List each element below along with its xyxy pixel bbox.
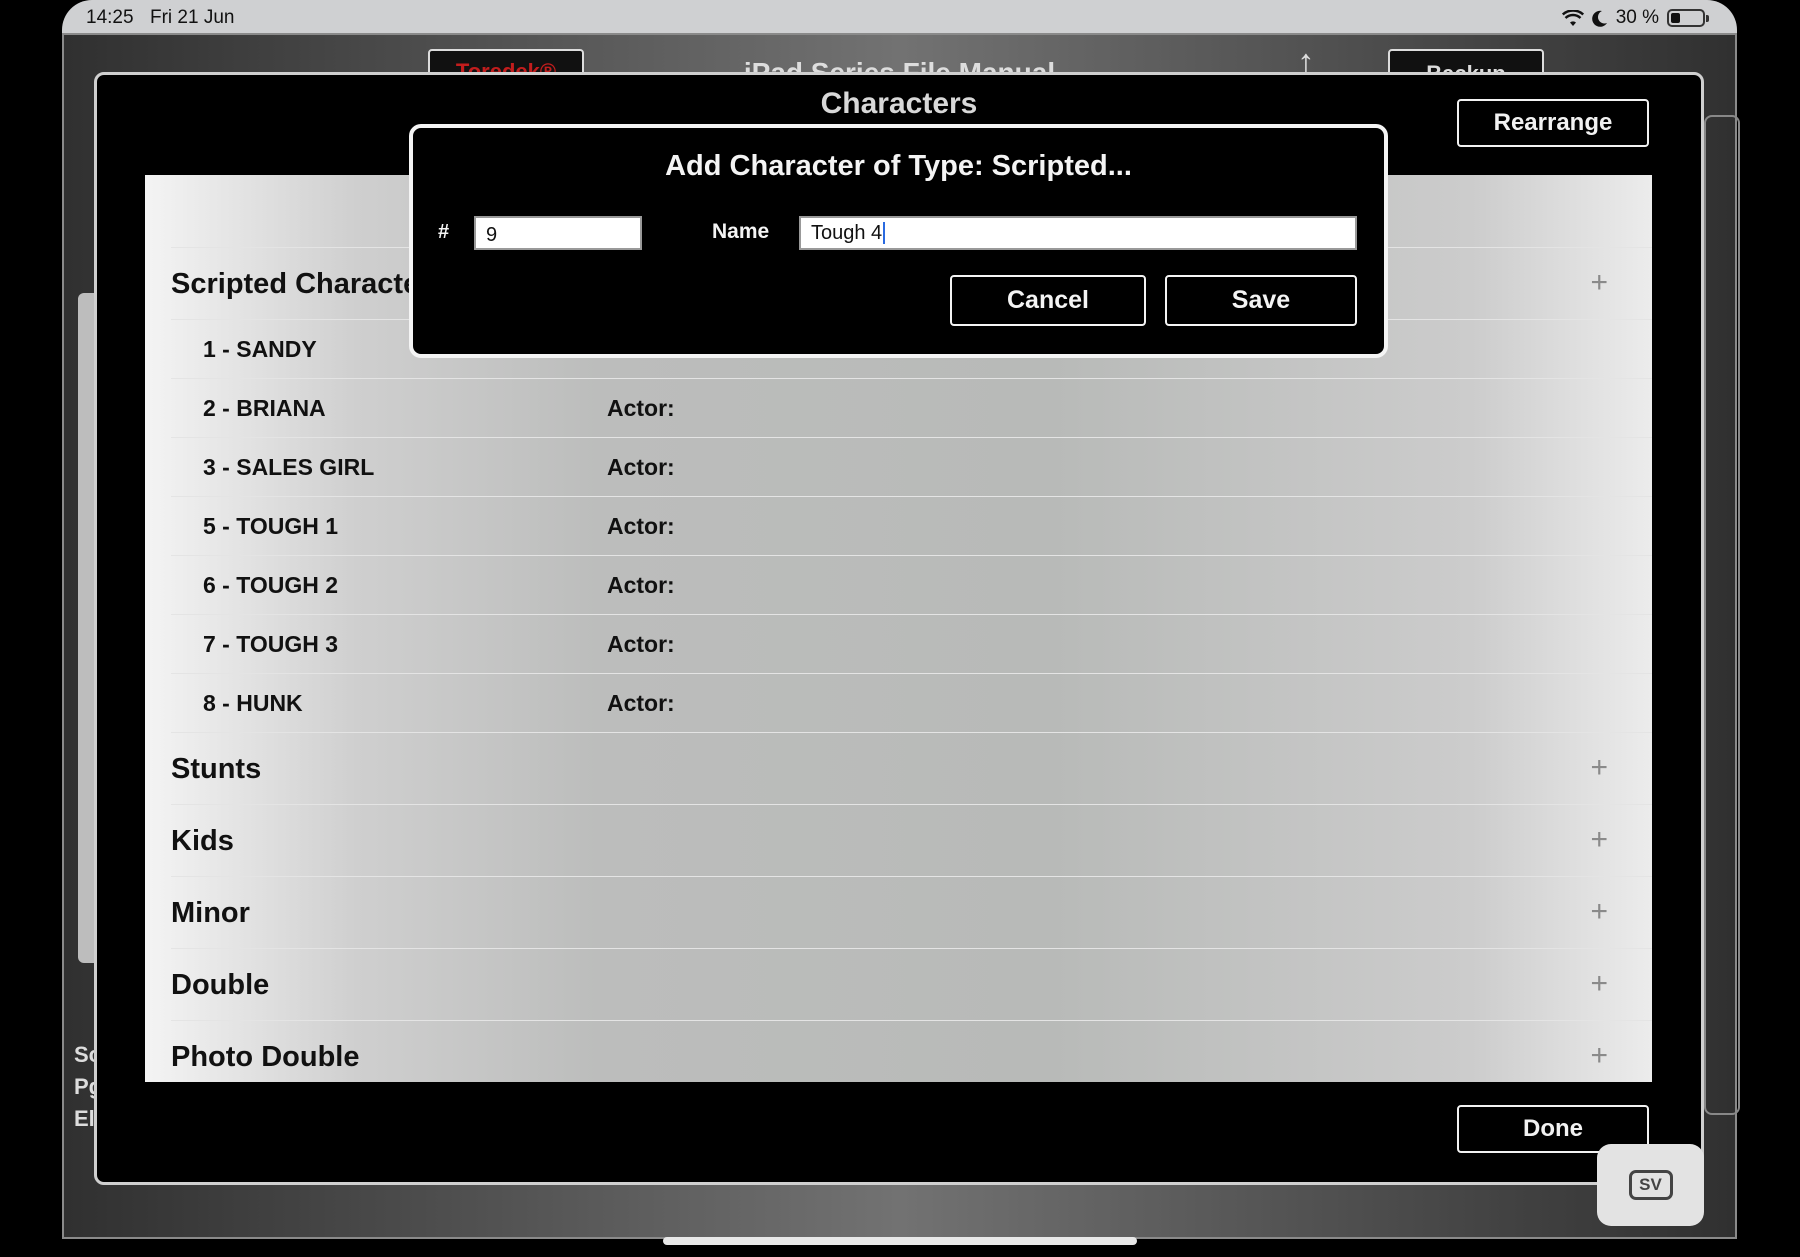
character-label: 1 - SANDY bbox=[203, 336, 317, 362]
character-label: 5 - TOUGH 1 bbox=[203, 513, 339, 539]
section-label: Stunts bbox=[171, 753, 262, 785]
add-icon[interactable]: + bbox=[1590, 967, 1608, 1001]
text-caret bbox=[883, 222, 886, 244]
character-row[interactable]: 6 - TOUGH 2 Actor: bbox=[171, 555, 1652, 615]
section-label: Photo Double bbox=[171, 1041, 360, 1073]
dialog-title: Add Character of Type: Scripted... bbox=[665, 150, 1132, 182]
sv-icon: SV bbox=[1628, 1170, 1673, 1200]
character-row[interactable]: 7 - TOUGH 3 Actor: bbox=[171, 614, 1652, 674]
number-label: # bbox=[438, 221, 450, 243]
add-icon[interactable]: + bbox=[1590, 1039, 1608, 1073]
status-icons: 30 % bbox=[1561, 7, 1709, 29]
character-row[interactable]: 3 - SALES GIRL Actor: bbox=[171, 437, 1652, 497]
status-bar: 14:25 Fri 21 Jun 30 % bbox=[62, 0, 1737, 33]
section-label: Kids bbox=[171, 825, 234, 857]
character-label: 6 - TOUGH 2 bbox=[203, 572, 339, 598]
name-label: Name bbox=[712, 220, 770, 243]
actor-label: Actor: bbox=[607, 631, 675, 657]
moon-icon bbox=[1591, 10, 1607, 27]
add-icon[interactable]: + bbox=[1590, 895, 1608, 929]
actor-label: Actor: bbox=[607, 572, 675, 598]
add-icon[interactable]: + bbox=[1590, 823, 1608, 857]
section-stunts[interactable]: Stunts + bbox=[171, 732, 1652, 805]
character-label: 3 - SALES GIRL bbox=[203, 454, 375, 480]
save-button[interactable]: Save bbox=[1165, 275, 1357, 326]
actor-label: Actor: bbox=[607, 395, 675, 421]
section-kids[interactable]: Kids + bbox=[171, 804, 1652, 877]
status-time: 14:25 bbox=[86, 7, 134, 28]
character-label: 2 - BRIANA bbox=[203, 395, 326, 421]
sv-floating-button[interactable]: SV bbox=[1597, 1144, 1704, 1226]
actor-label: Actor: bbox=[607, 690, 675, 716]
section-label: Minor bbox=[171, 897, 250, 929]
rearrange-button[interactable]: Rearrange bbox=[1457, 99, 1649, 147]
actor-label: Actor: bbox=[607, 513, 675, 539]
character-row[interactable]: 2 - BRIANA Actor: bbox=[171, 378, 1652, 438]
section-label: Scripted Characters bbox=[171, 268, 447, 300]
character-row[interactable]: 8 - HUNK Actor: bbox=[171, 673, 1652, 733]
status-date: Fri 21 Jun bbox=[150, 7, 235, 28]
battery-percent: 30 % bbox=[1615, 7, 1659, 28]
section-photo-double[interactable]: Photo Double + bbox=[171, 1020, 1652, 1082]
battery-icon bbox=[1667, 9, 1709, 27]
name-input-value: Tough 4 bbox=[811, 221, 883, 244]
character-label: 7 - TOUGH 3 bbox=[203, 631, 339, 657]
add-character-dialog: Add Character of Type: Scripted... # 9 N… bbox=[409, 124, 1388, 358]
add-icon[interactable]: + bbox=[1590, 751, 1608, 785]
actor-label: Actor: bbox=[607, 454, 675, 480]
section-double[interactable]: Double + bbox=[171, 948, 1652, 1021]
character-number-input[interactable]: 9 bbox=[474, 216, 642, 250]
character-label: 8 - HUNK bbox=[203, 690, 303, 716]
section-minor[interactable]: Minor + bbox=[171, 876, 1652, 949]
character-name-input[interactable]: Tough 4 bbox=[799, 216, 1357, 250]
home-indicator[interactable] bbox=[663, 1237, 1137, 1245]
add-icon[interactable]: + bbox=[1590, 266, 1608, 300]
section-label: Double bbox=[171, 969, 270, 1001]
wifi-icon bbox=[1561, 9, 1584, 26]
right-panel-edge bbox=[1704, 115, 1740, 1115]
character-row[interactable]: 5 - TOUGH 1 Actor: bbox=[171, 496, 1652, 556]
cancel-button[interactable]: Cancel bbox=[950, 275, 1146, 326]
